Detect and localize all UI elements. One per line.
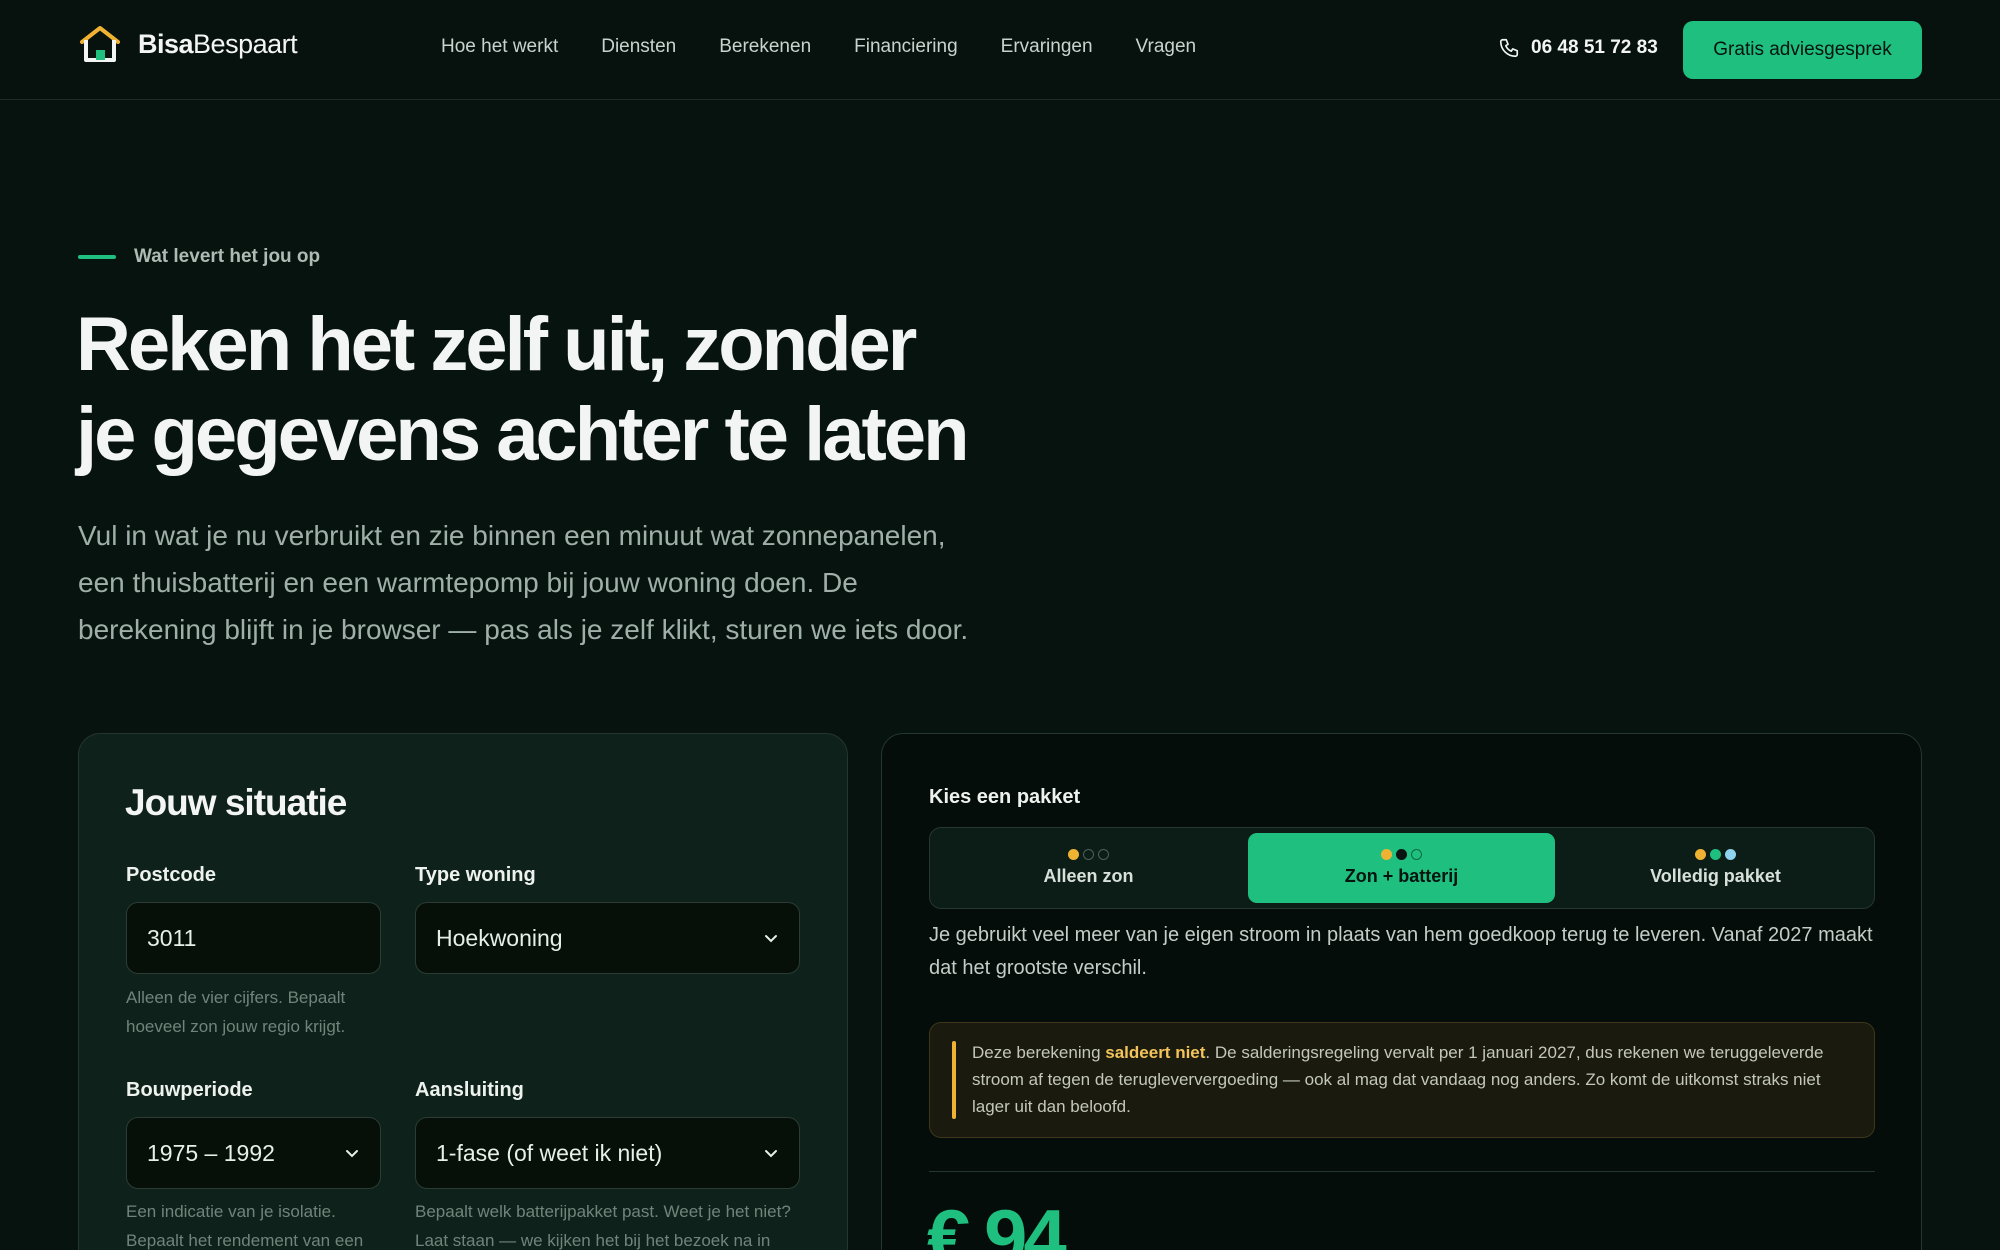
bouwperiode-select[interactable]: 1975 – 1992	[126, 1117, 381, 1189]
chevron-down-icon	[346, 1150, 358, 1158]
nav-link-vragen[interactable]: Vragen	[1136, 36, 1197, 58]
situation-title: Jouw situatie	[125, 782, 347, 823]
logo-text: BisaBespaart	[138, 28, 298, 59]
package-option-label: Volledig pakket	[1650, 866, 1781, 886]
notice-bold: saldeert niet	[1105, 1043, 1206, 1062]
aansluiting-hint: Bepaalt welk batterijpakket past. Weet j…	[415, 1202, 791, 1250]
eyebrow-line	[78, 255, 116, 259]
title-line-2: je gegevens achter te laten	[76, 392, 970, 477]
eyebrow-text: Wat levert het jou op	[134, 246, 321, 267]
package-option-label: Zon + batterij	[1344, 866, 1459, 886]
battery-dot-icon	[1396, 849, 1407, 860]
package-option-alleen-zon[interactable]: Alleen zon	[935, 833, 1242, 903]
package-card: Kies een pakket Alleen zon Zon + batteri…	[881, 733, 1922, 1250]
hero-subtitle: Vul in wat je nu verbruikt en zie binnen…	[78, 520, 969, 645]
bouwperiode-label: Bouwperiode	[126, 1079, 253, 1101]
eyebrow: Wat levert het jou op	[78, 246, 320, 268]
situation-card: Jouw situatie Postcode 3011 Alleen de vi…	[78, 733, 848, 1250]
package-dots	[1068, 849, 1109, 860]
nav-link-berekenen[interactable]: Berekenen	[719, 36, 811, 58]
house-logo-icon	[80, 26, 120, 62]
nav-link-ervaringen[interactable]: Ervaringen	[1001, 36, 1093, 58]
aansluiting-label: Aansluiting	[415, 1079, 524, 1101]
package-option-zon-batterij[interactable]: Zon + batterij	[1248, 833, 1555, 903]
bouwperiode-value: 1975 – 1992	[147, 1139, 275, 1166]
savings-amount: € 94	[927, 1193, 1067, 1250]
empty-dot-icon	[1411, 849, 1422, 860]
title-line-1: Reken het zelf uit, zonder	[76, 302, 917, 387]
heat-pump-dot-icon	[1725, 849, 1736, 860]
battery-dot-icon	[1710, 849, 1721, 860]
package-dots	[1381, 849, 1422, 860]
divider	[929, 1171, 1875, 1172]
package-dots	[1695, 849, 1736, 860]
nav-link-hoe-het-werkt[interactable]: Hoe het werkt	[441, 36, 558, 58]
postcode-value: 3011	[147, 924, 197, 951]
aansluiting-value: 1-fase (of weet ik niet)	[436, 1139, 663, 1166]
nav-link-diensten[interactable]: Diensten	[601, 36, 676, 58]
aansluiting-select[interactable]: 1-fase (of weet ik niet)	[415, 1117, 800, 1189]
empty-dot-icon	[1083, 849, 1094, 860]
package-option-volledig[interactable]: Volledig pakket	[1562, 833, 1869, 903]
saldering-notice: Deze berekening saldeert niet. De salder…	[929, 1022, 1875, 1138]
nav-links: Hoe het werkt Diensten Berekenen Financi…	[441, 36, 1239, 58]
nav-link-financiering[interactable]: Financiering	[854, 36, 958, 58]
phone-icon	[1499, 38, 1519, 58]
sun-dot-icon	[1068, 849, 1079, 860]
package-selector: Alleen zon Zon + batterij Volledig pakke…	[929, 827, 1875, 909]
woning-select[interactable]: Hoekwoning	[415, 902, 800, 974]
sun-dot-icon	[1695, 849, 1706, 860]
package-label: Kies een pakket	[929, 786, 1081, 808]
notice-accent-bar	[952, 1041, 956, 1119]
postcode-label: Postcode	[126, 864, 217, 886]
bouwperiode-hint: Een indicatie van je isolatie. Bepaalt h…	[126, 1202, 364, 1250]
woning-label: Type woning	[415, 864, 536, 886]
empty-dot-icon	[1098, 849, 1109, 860]
package-option-label: Alleen zon	[1043, 866, 1134, 886]
cta-button[interactable]: Gratis adviesgesprek	[1683, 21, 1922, 79]
page-title: Reken het zelf uit, zonder je gegevens a…	[76, 300, 1036, 480]
top-navigation: BisaBespaart Hoe het werkt Diensten Bere…	[0, 0, 2000, 100]
woning-value: Hoekwoning	[436, 924, 563, 951]
postcode-hint: Alleen de vier cijfers. Bepaalt hoeveel …	[126, 988, 346, 1036]
chevron-down-icon	[765, 935, 777, 943]
phone-number: 06 48 51 72 83	[1531, 37, 1658, 58]
notice-text: Deze berekening saldeert niet. De salder…	[972, 1043, 1824, 1116]
chevron-down-icon	[765, 1150, 777, 1158]
logo[interactable]: BisaBespaart	[78, 24, 298, 64]
sun-dot-icon	[1381, 849, 1392, 860]
package-description: Je gebruikt veel meer van je eigen stroo…	[929, 924, 1873, 979]
postcode-input[interactable]: 3011	[126, 902, 381, 974]
phone-link[interactable]: 06 48 51 72 83	[1498, 37, 1658, 59]
